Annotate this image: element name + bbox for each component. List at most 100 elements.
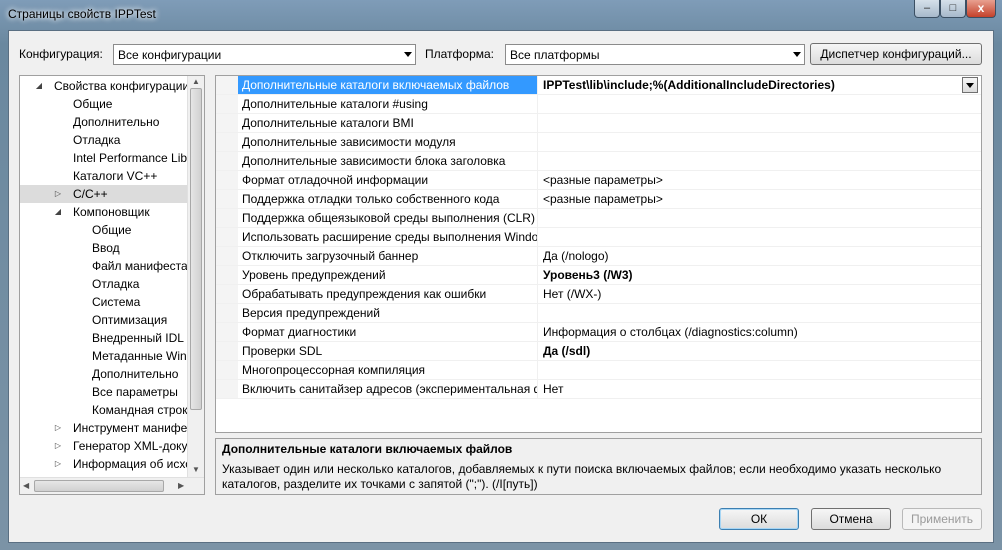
property-value[interactable]: <разные параметры> xyxy=(538,190,981,208)
property-row[interactable]: Дополнительные зависимости модуля xyxy=(216,133,981,152)
property-row[interactable]: Включить санитайзер адресов (эксперимент… xyxy=(216,380,981,399)
property-name[interactable]: Поддержка отладки только собственного ко… xyxy=(238,190,538,208)
property-name[interactable]: Уровень предупреждений xyxy=(238,266,538,284)
property-name[interactable]: Дополнительные каталоги BMI xyxy=(238,114,538,132)
tree-item[interactable]: ▷ Генератор XML-докум xyxy=(20,437,196,455)
tree-item[interactable]: Общие xyxy=(20,95,189,113)
expanded-arrow-icon[interactable]: ◢ xyxy=(34,77,44,95)
scroll-left-icon[interactable]: ◀ xyxy=(23,481,29,490)
tree-item[interactable]: Оптимизация xyxy=(20,311,189,329)
collapsed-arrow-icon[interactable]: ▷ xyxy=(53,455,63,473)
cancel-button[interactable]: Отмена xyxy=(811,508,891,530)
tree-item[interactable]: Внедренный IDL xyxy=(20,329,189,347)
expanded-arrow-icon[interactable]: ◢ xyxy=(53,203,63,221)
property-row[interactable]: Использовать расширение среды выполнения… xyxy=(216,228,981,247)
property-value[interactable]: IPPTest\lib\include;%(AdditionalIncludeD… xyxy=(538,76,981,94)
property-value[interactable]: Да (/sdl) xyxy=(538,342,981,360)
apply-button[interactable]: Применить xyxy=(902,508,982,530)
close-button[interactable]: x xyxy=(966,0,996,18)
property-value[interactable]: <разные параметры> xyxy=(538,171,981,189)
property-value[interactable] xyxy=(538,95,981,113)
property-value[interactable]: Нет (/WX-) xyxy=(538,285,981,303)
property-name[interactable]: Проверки SDL xyxy=(238,342,538,360)
config-manager-button[interactable]: Диспетчер конфигураций... xyxy=(810,43,982,65)
property-name[interactable]: Использовать расширение среды выполнения… xyxy=(238,228,538,246)
property-value[interactable]: Нет xyxy=(538,380,981,398)
property-name[interactable]: Формат диагностики xyxy=(238,323,538,341)
property-value[interactable] xyxy=(538,361,981,379)
property-row[interactable]: Дополнительные зависимости блока заголов… xyxy=(216,152,981,171)
ok-button[interactable]: ОК xyxy=(719,508,799,530)
property-row[interactable]: Дополнительные каталоги BMI xyxy=(216,114,981,133)
property-row[interactable]: Дополнительные каталоги включаемых файло… xyxy=(216,76,981,95)
minimize-button[interactable]: – xyxy=(914,0,940,18)
property-row[interactable]: Формат диагностики Информация о столбцах … xyxy=(216,323,981,342)
tree-item[interactable]: ▷ C/C++ xyxy=(20,185,189,203)
platform-combo[interactable]: Все платформы xyxy=(505,44,805,65)
collapsed-arrow-icon[interactable]: ▷ xyxy=(53,419,63,437)
property-value[interactable] xyxy=(538,209,981,227)
tree-item[interactable]: Ввод xyxy=(20,239,189,257)
tree-item[interactable]: Дополнительно xyxy=(20,113,189,131)
tree-item[interactable]: Общие xyxy=(20,221,189,239)
property-name[interactable]: Дополнительные зависимости модуля xyxy=(238,133,538,151)
maximize-button[interactable]: □ xyxy=(940,0,966,18)
tree-item[interactable]: Intel Performance Libra xyxy=(20,149,198,167)
property-name[interactable]: Включить санитайзер адресов (эксперимент… xyxy=(238,380,538,398)
tree-item[interactable]: Дополнительно xyxy=(20,365,189,383)
tree-item[interactable]: Каталоги VC++ xyxy=(20,167,189,185)
property-value[interactable] xyxy=(538,114,981,132)
property-name[interactable]: Дополнительные зависимости блока заголов… xyxy=(238,152,538,170)
tree-item[interactable]: ▷ Информация об исход xyxy=(20,455,199,473)
tree-item[interactable]: Командная строка xyxy=(20,401,194,419)
property-row[interactable]: Поддержка общеязыковой среды выполнения … xyxy=(216,209,981,228)
scroll-right-icon[interactable]: ▶ xyxy=(178,481,184,490)
tree-item[interactable]: Отладка xyxy=(20,131,189,149)
tree-item[interactable]: ◢ Свойства конфигурации xyxy=(20,77,189,95)
property-row[interactable]: Уровень предупреждений Уровень3 (/W3) xyxy=(216,266,981,285)
scroll-down-icon[interactable]: ▼ xyxy=(192,465,200,474)
property-value[interactable] xyxy=(538,152,981,170)
property-row[interactable]: Отключить загрузочный баннер Да (/nologo) xyxy=(216,247,981,266)
property-row[interactable]: Проверки SDL Да (/sdl) xyxy=(216,342,981,361)
tree-item[interactable]: Метаданные Windo xyxy=(20,347,200,365)
property-row[interactable]: Версия предупреждений xyxy=(216,304,981,323)
property-name[interactable]: Многопроцессорная компиляция xyxy=(238,361,538,379)
property-row[interactable]: Поддержка отладки только собственного ко… xyxy=(216,190,981,209)
property-row[interactable]: Формат отладочной информации <разные пара… xyxy=(216,171,981,190)
property-name[interactable]: Формат отладочной информации xyxy=(238,171,538,189)
tree-item[interactable]: ◢ Компоновщик xyxy=(20,203,189,221)
scroll-up-icon[interactable]: ▲ xyxy=(192,77,200,86)
property-value[interactable] xyxy=(538,133,981,151)
property-value[interactable] xyxy=(538,304,981,322)
property-value[interactable]: Уровень3 (/W3) xyxy=(538,266,981,284)
tree-item[interactable]: Система xyxy=(20,293,189,311)
value-dropdown-button[interactable] xyxy=(962,77,978,93)
property-name[interactable]: Отключить загрузочный баннер xyxy=(238,247,538,265)
property-name[interactable]: Обрабатывать предупреждения как ошибки xyxy=(238,285,538,303)
config-combo[interactable]: Все конфигурации xyxy=(113,44,416,65)
tree-item[interactable]: Файл манифеста xyxy=(20,257,189,275)
property-value[interactable]: Да (/nologo) xyxy=(538,247,981,265)
tree-item[interactable]: ▷ Инструмент манифест xyxy=(20,419,199,437)
collapsed-arrow-icon[interactable]: ▷ xyxy=(53,437,63,455)
property-name[interactable]: Дополнительные каталоги включаемых файло… xyxy=(238,76,538,94)
property-value[interactable] xyxy=(538,228,981,246)
property-row[interactable]: Многопроцессорная компиляция xyxy=(216,361,981,380)
tree-item[interactable]: Все параметры xyxy=(20,383,189,401)
property-name[interactable]: Дополнительные каталоги #using xyxy=(238,95,538,113)
scroll-thumb[interactable] xyxy=(190,88,202,410)
property-value[interactable]: Информация о столбцах (/diagnostics:colu… xyxy=(538,323,981,341)
scroll-thumb[interactable] xyxy=(34,480,164,492)
tree-item[interactable]: Отладка xyxy=(20,275,189,293)
property-name[interactable]: Поддержка общеязыковой среды выполнения … xyxy=(238,209,538,227)
tree-horizontal-scrollbar[interactable]: ◀ ▶ xyxy=(20,477,204,494)
collapsed-arrow-icon[interactable]: ▷ xyxy=(53,185,63,203)
property-row[interactable]: Обрабатывать предупреждения как ошибки Не… xyxy=(216,285,981,304)
property-name[interactable]: Версия предупреждений xyxy=(238,304,538,322)
tree-vertical-scrollbar[interactable]: ▲ ▼ xyxy=(187,76,204,478)
property-row[interactable]: Дополнительные каталоги #using xyxy=(216,95,981,114)
property-tree[interactable]: ◢ Свойства конфигурации Общие Дополнительно… xyxy=(19,75,205,495)
property-grid[interactable]: Дополнительные каталоги включаемых файло… xyxy=(215,75,982,433)
title-bar[interactable]: Страницы свойств IPPTest – □ x xyxy=(0,0,1002,28)
